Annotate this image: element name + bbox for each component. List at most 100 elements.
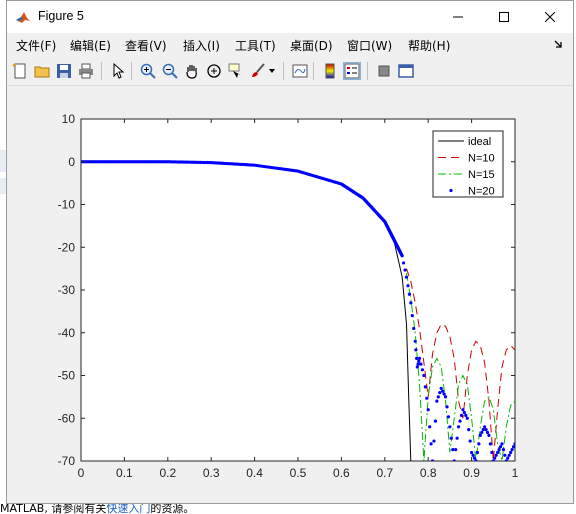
toolbar-separator <box>367 62 368 80</box>
brush-dropdown-icon <box>269 69 275 73</box>
series-n20-point <box>483 425 487 429</box>
series-n20-point <box>446 415 451 419</box>
x-tick-label: 0.1 <box>116 466 133 480</box>
x-tick-label: 0.9 <box>463 466 480 480</box>
menu-window[interactable]: 窗口(W) <box>347 37 392 54</box>
series-n20-point <box>493 456 497 460</box>
series-n20-point <box>481 428 485 432</box>
legend[interactable]: ideal N=10 N=15 N=20 <box>432 130 504 198</box>
series-n20-point <box>470 450 474 455</box>
series-n20-point <box>467 428 471 432</box>
legend-marker <box>449 188 453 193</box>
series-n20-point <box>494 453 498 457</box>
series-n20-point <box>443 395 448 399</box>
series-n20-point <box>414 348 418 352</box>
legend-button[interactable] <box>343 62 361 80</box>
series-n20-point <box>471 453 475 457</box>
series-n20-point <box>448 425 452 429</box>
open-file-button[interactable] <box>33 62 51 80</box>
pan-hand-icon <box>186 65 197 79</box>
pan-button[interactable] <box>183 62 201 80</box>
edit-plot-button[interactable] <box>109 62 127 80</box>
series-n20-point <box>480 430 484 435</box>
maximize-button[interactable] <box>481 1 527 33</box>
toolbar-separator <box>313 62 314 80</box>
figure-window: Figure 5 文件(F) 编辑(E) 查看(V) 插入(I) 工具(T) 桌… <box>6 0 574 504</box>
x-tick-label: 1 <box>512 466 519 480</box>
series-n20-point <box>507 453 511 457</box>
data-cursor-button[interactable] <box>227 62 245 80</box>
y-tick-label: -20 <box>58 240 76 254</box>
minimize-icon <box>453 16 463 18</box>
series-n20-point <box>497 448 501 452</box>
show-plot-tools-icon <box>398 64 414 78</box>
series-n20-point <box>429 442 433 446</box>
series-n20-point <box>449 436 453 440</box>
series-n20-point <box>423 385 427 389</box>
status-link[interactable]: 快速入门 <box>106 504 150 514</box>
show-plot-tools-button[interactable] <box>397 62 415 80</box>
series-n20-point <box>461 408 465 412</box>
plot-canvas[interactable]: 0 0.1 0.2 0.3 0.4 0.5 0.6 0.7 0.8 0.9 1 10 0 -10 -20 -3… <box>7 87 573 503</box>
menu-view[interactable]: 查看(V) <box>125 37 167 54</box>
rotate-3d-button[interactable] <box>205 62 223 80</box>
series-n20-point <box>465 416 469 420</box>
x-tick-label: 0.3 <box>203 466 220 480</box>
zoom-out-icon <box>162 63 178 79</box>
series-n20-point <box>496 450 500 455</box>
brush-dropdown-button[interactable] <box>267 62 277 80</box>
series-n20-point <box>425 396 429 400</box>
y-tick-label: -60 <box>58 411 76 425</box>
series-n20-point <box>488 442 493 446</box>
new-figure-button[interactable] <box>11 62 29 80</box>
x-tick-label: 0 <box>78 466 85 480</box>
menu-help[interactable]: 帮助(H) <box>408 37 450 54</box>
maximize-icon <box>499 12 509 22</box>
legend-label: N=20 <box>468 186 495 198</box>
series-n20-point <box>468 439 472 443</box>
print-button[interactable] <box>77 62 95 80</box>
series-n20-point <box>478 433 482 437</box>
toolbar-separator <box>101 62 102 80</box>
series-n20-point <box>451 448 455 452</box>
menu-insert[interactable]: 插入(I) <box>183 37 220 54</box>
link-plot-button[interactable] <box>291 62 309 80</box>
toolbar-separator <box>131 62 132 80</box>
series-n20-point <box>432 439 436 443</box>
menu-edit[interactable]: 编辑(E) <box>70 37 111 54</box>
series-n20-point <box>407 292 411 296</box>
series-n20-point <box>498 445 503 449</box>
dock-arrow-icon[interactable] <box>553 38 565 50</box>
menu-file[interactable]: 文件(F) <box>16 37 56 54</box>
zoom-out-button[interactable] <box>161 62 179 80</box>
save-button[interactable] <box>55 62 73 80</box>
series-n20-point <box>415 365 419 369</box>
series-n20-point <box>485 430 490 435</box>
series-n20-point <box>422 373 426 378</box>
brush-button[interactable] <box>249 62 267 80</box>
series-n20-point <box>487 433 491 437</box>
minimize-button[interactable] <box>435 1 481 33</box>
menu-tools[interactable]: 工具(T) <box>235 37 276 54</box>
colorbar-icon <box>325 63 335 79</box>
series-n20-point <box>433 419 438 423</box>
figure-toolbar <box>7 57 573 86</box>
series-n20-point <box>441 389 445 393</box>
y-tick-label: -10 <box>58 198 76 212</box>
zoom-in-button[interactable] <box>139 62 157 80</box>
colorbar-button[interactable] <box>321 62 339 80</box>
legend-label: N=15 <box>468 169 495 181</box>
series-n20-point <box>419 362 423 366</box>
hide-plot-tools-button[interactable] <box>375 62 393 80</box>
series-n20-point <box>462 410 466 415</box>
close-button[interactable] <box>527 1 573 33</box>
brush-icon <box>252 63 265 77</box>
series-n20-point <box>436 395 440 399</box>
y-tick-label: -50 <box>58 369 76 383</box>
series-n20-point <box>511 445 515 449</box>
series-n20-point <box>500 442 504 446</box>
series-n20-point <box>456 425 461 429</box>
title-bar[interactable]: Figure 5 <box>7 1 573 33</box>
menu-desktop[interactable]: 桌面(D) <box>290 37 333 54</box>
series-n20-point <box>475 450 479 455</box>
